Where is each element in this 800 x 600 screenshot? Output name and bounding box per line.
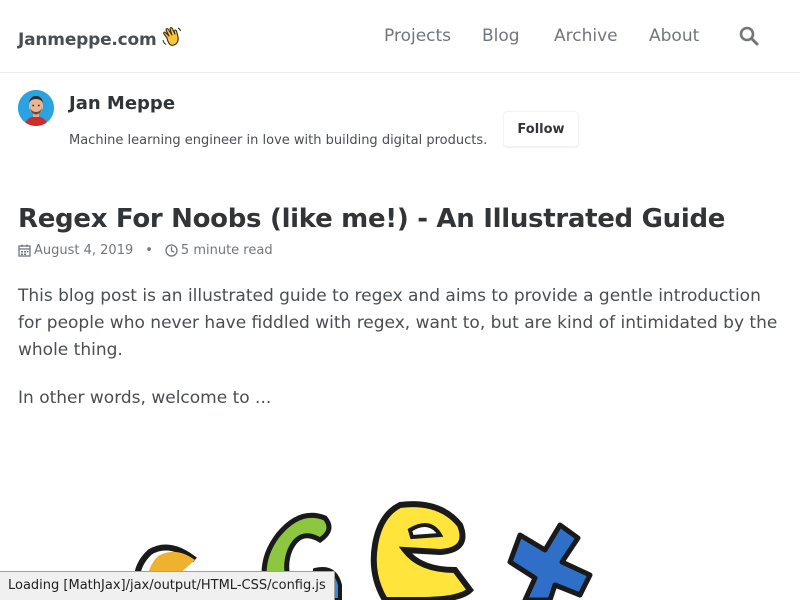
site-title-link[interactable]: Janmeppe.com bbox=[18, 26, 183, 50]
waving-hand-icon bbox=[162, 27, 181, 46]
nav-archive[interactable]: Archive bbox=[554, 26, 618, 46]
masthead: Janmeppe.com Projects Blog Archive About bbox=[0, 0, 800, 73]
welcome-paragraph: In other words, welcome to ... bbox=[18, 388, 272, 408]
post-title: Regex For Noobs (like me!) - An Illustra… bbox=[18, 204, 726, 234]
author-bio: Machine learning engineer in love with b… bbox=[69, 133, 488, 148]
browser-status-bar: Loading [MathJax]/jax/output/HTML-CSS/co… bbox=[0, 571, 335, 600]
read-time: 5 minute read bbox=[180, 243, 273, 258]
meta-separator: • bbox=[145, 243, 153, 258]
search-button[interactable] bbox=[739, 26, 761, 48]
nav-blog[interactable]: Blog bbox=[482, 26, 520, 46]
post-date: August 4, 2019 bbox=[34, 243, 134, 258]
author-profile: Jan Meppe Machine learning engineer in l… bbox=[0, 73, 800, 173]
follow-button[interactable]: Follow bbox=[503, 111, 579, 147]
clock-icon bbox=[165, 244, 178, 257]
nav-projects[interactable]: Projects bbox=[384, 26, 451, 46]
site-title-text: Janmeppe.com bbox=[18, 30, 157, 50]
calendar-icon bbox=[18, 244, 31, 257]
avatar bbox=[18, 90, 54, 126]
intro-paragraph: This blog post is an illustrated guide t… bbox=[18, 286, 778, 360]
author-name: Jan Meppe bbox=[69, 93, 176, 114]
search-icon bbox=[739, 26, 759, 46]
nav-about[interactable]: About bbox=[649, 26, 699, 46]
post-meta: August 4, 2019 • 5 minute read bbox=[18, 243, 273, 258]
